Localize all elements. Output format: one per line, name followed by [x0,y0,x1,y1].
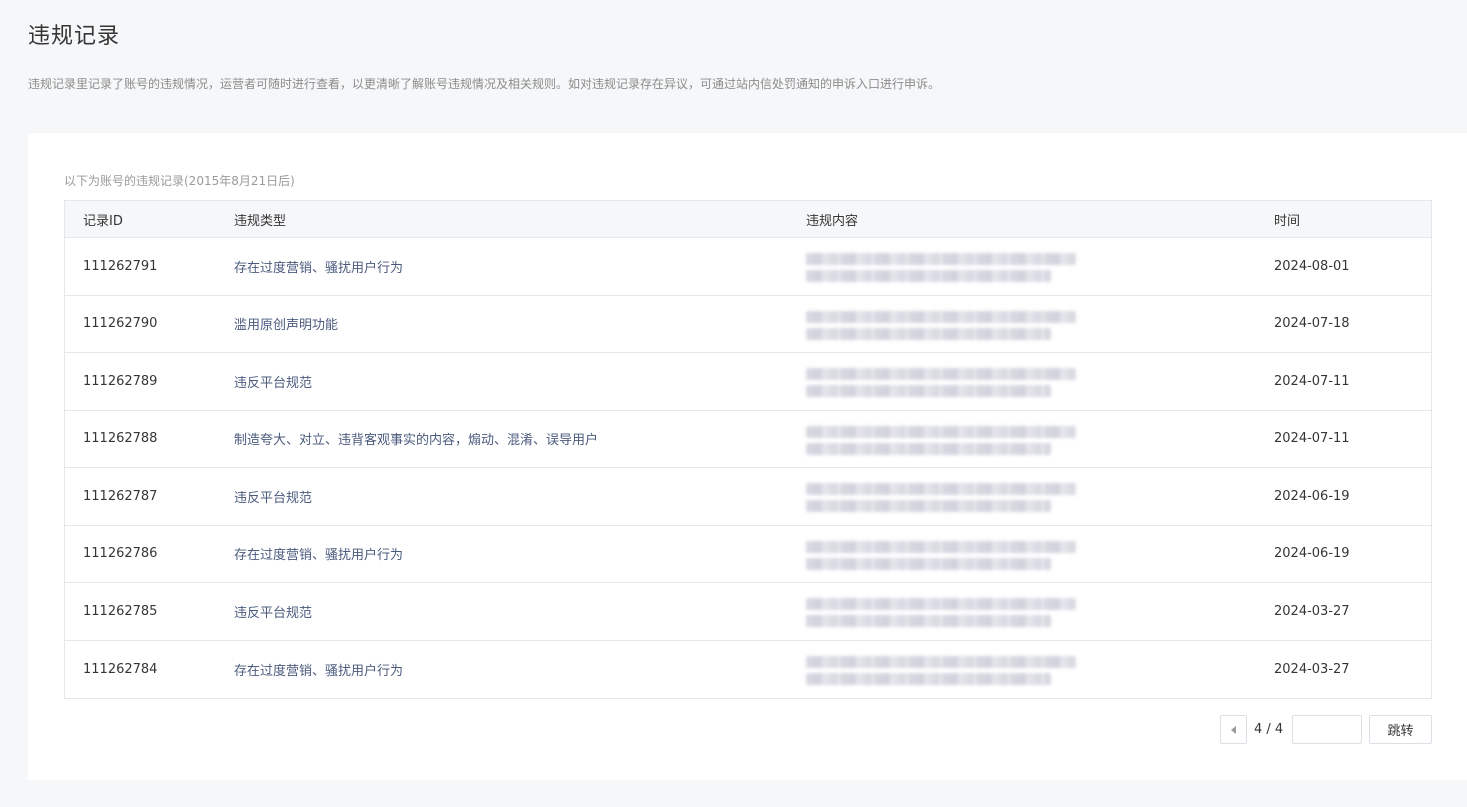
record-id: 111262787 [83,488,158,504]
prev-page-button[interactable] [1220,715,1247,744]
record-id: 111262791 [83,258,158,274]
record-id: 111262790 [83,316,158,332]
table-row: 111262788 制造夸大、对立、违背客观事实的内容，煽动、混淆、误导用户 2… [65,411,1431,468]
violation-content [806,526,1076,583]
blurred-content [806,304,1076,344]
record-id: 111262786 [83,546,158,562]
blurred-content [806,591,1076,631]
records-card: 以下为账号的违规记录(2015年8月21日后) 记录ID 违规类型 违规内容 时… [28,133,1467,780]
violation-type: 违反平台规范 [234,375,313,391]
blurred-content [806,361,1076,401]
violation-content [806,468,1076,525]
record-time: 2024-06-19 [1274,488,1350,504]
violation-content [806,238,1076,295]
record-time: 2024-07-11 [1274,373,1350,389]
violation-type: 违反平台规范 [234,490,313,506]
header-id: 记录ID [83,213,123,229]
violation-type: 存在过度营销、骚扰用户行为 [234,548,404,564]
record-time: 2024-03-27 [1274,603,1350,619]
record-time: 2024-06-19 [1274,546,1350,562]
violation-content [806,641,1076,699]
violation-content [806,353,1076,410]
header-time: 时间 [1274,213,1301,229]
blurred-content [806,476,1076,516]
header-type: 违规类型 [234,213,287,229]
blurred-content [806,246,1076,286]
table-row: 111262784 存在过度营销、骚扰用户行为 2024-03-27 [65,641,1431,699]
violation-type: 违反平台规范 [234,605,313,621]
blurred-content [806,534,1076,574]
record-time: 2024-07-11 [1274,431,1350,447]
violation-content [806,296,1076,353]
record-time: 2024-07-18 [1274,316,1350,332]
record-id: 111262784 [83,661,158,677]
blurred-content [806,419,1076,459]
page-description: 违规记录里记录了账号的违规情况，运营者可随时进行查看，以更清晰了解账号违规情况及… [28,77,941,91]
table-row: 111262785 违反平台规范 2024-03-27 [65,583,1431,641]
record-id: 111262788 [83,431,158,447]
table-row: 111262786 存在过度营销、骚扰用户行为 2024-06-19 [65,526,1431,583]
record-id: 111262789 [83,373,158,389]
record-id: 111262785 [83,603,158,619]
jump-button[interactable]: 跳转 [1369,715,1432,744]
record-time: 2024-08-01 [1274,258,1350,274]
table-row: 111262787 违反平台规范 2024-06-19 [65,468,1431,526]
blurred-content [806,649,1076,689]
record-time: 2024-03-27 [1274,661,1350,677]
table-row: 111262789 违反平台规范 2024-07-11 [65,353,1431,411]
table-caption: 以下为账号的违规记录(2015年8月21日后) [64,174,295,188]
violation-type: 滥用原创声明功能 [234,318,339,334]
violation-content [806,583,1076,640]
arrow-left-icon [1231,725,1236,734]
page-indicator: 4 / 4 [1254,722,1284,737]
header-content: 违规内容 [806,213,859,229]
jump-page-input[interactable] [1292,715,1362,744]
violation-type: 制造夸大、对立、违背客观事实的内容，煽动、混淆、误导用户 [234,433,599,449]
violation-content [806,411,1076,468]
records-table: 记录ID 违规类型 违规内容 时间 111262791 存在过度营销、骚扰用户行… [64,200,1432,699]
page-title: 违规记录 [28,24,121,49]
violation-type: 存在过度营销、骚扰用户行为 [234,260,404,276]
table-row: 111262790 滥用原创声明功能 2024-07-18 [65,296,1431,353]
table-header: 记录ID 违规类型 违规内容 时间 [65,201,1431,238]
table-row: 111262791 存在过度营销、骚扰用户行为 2024-08-01 [65,238,1431,296]
violation-type: 存在过度营销、骚扰用户行为 [234,663,404,679]
